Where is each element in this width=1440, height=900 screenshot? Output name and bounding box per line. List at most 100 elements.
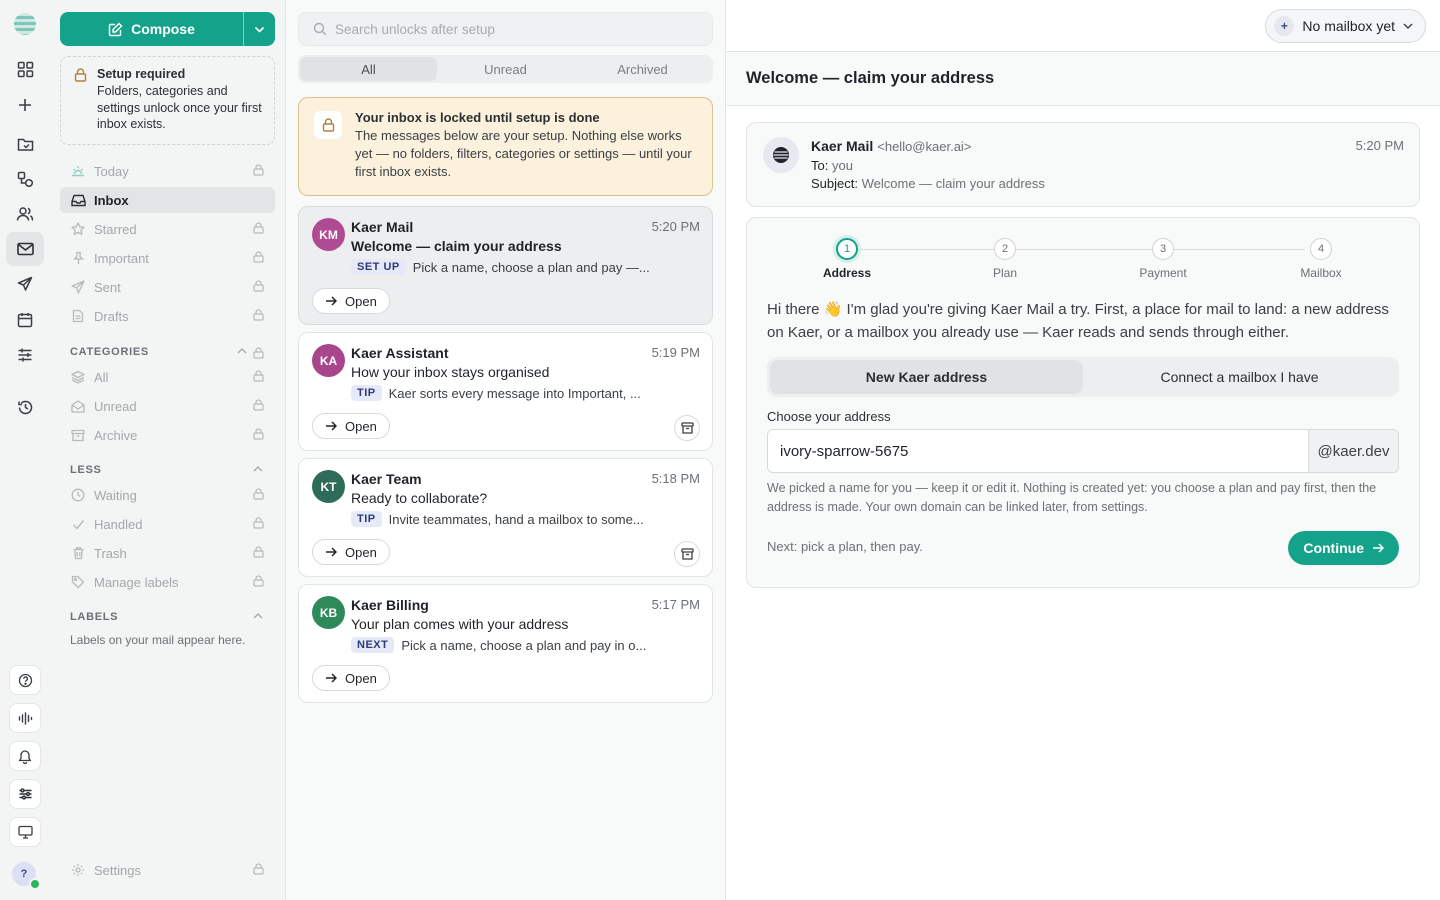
arrow-right-icon [326,296,337,306]
tab-new-kaer-address[interactable]: New Kaer address [770,360,1083,394]
lock-icon [253,280,264,292]
nav-label: Trash [94,545,127,561]
nav-label: Starred [94,221,137,237]
message-sender: Kaer Billing [351,597,429,613]
chevron-up-icon [237,348,247,354]
to-value: you [831,158,853,173]
less-item-handled[interactable]: Handled [60,511,275,537]
message-item[interactable]: KT Kaer Team 5:18 PM Ready to collaborat… [298,458,713,577]
continue-button[interactable]: Continue [1288,531,1399,565]
arrow-right-icon [326,421,337,431]
open-label: Open [345,293,377,309]
tab-connect-mailbox[interactable]: Connect a mailbox I have [1083,360,1396,394]
lock-icon [253,164,264,176]
monitor-icon[interactable] [9,817,41,847]
labels-heading[interactable]: LABELS [70,611,275,627]
address-input-group: @kaer.dev [767,429,1399,473]
chevron-down-icon [254,26,265,33]
chevron-up-icon [253,613,263,619]
avatar[interactable]: ? [12,862,41,890]
open-label: Open [345,418,377,434]
arrow-right-icon [326,547,337,557]
lock-icon [74,68,87,82]
folder-icon[interactable] [6,127,44,161]
contacts-icon[interactable] [6,197,44,231]
step-payment[interactable]: 3 Payment [1118,238,1208,280]
message-snippet: Kaer sorts every message into Important,… [388,385,641,401]
category-item-all[interactable]: All [60,364,275,390]
nav-label: Archive [94,427,138,443]
address-domain-suffix: @kaer.dev [1308,430,1398,472]
mail-icon[interactable] [6,232,44,266]
tab-unread[interactable]: Unread [437,57,574,81]
nav-item-important[interactable]: Important [60,245,275,271]
message-snippet-row: TIP Kaer sorts every message into Import… [351,385,696,401]
adjust-icon[interactable] [9,779,41,809]
workflow-icon[interactable] [6,162,44,196]
nav-item-drafts[interactable]: Drafts [60,303,275,329]
open-button[interactable]: Open [312,413,390,439]
sliders-icon[interactable] [6,338,44,372]
compose-options-button[interactable] [243,12,275,46]
archive-button[interactable] [674,541,700,567]
message-item[interactable]: KA Kaer Assistant 5:19 PM How your inbox… [298,332,713,451]
plus-icon[interactable] [6,88,44,122]
avatar-initial: ? [20,868,28,880]
message-snippet: Pick a name, choose a plan and pay —... [412,259,650,275]
continue-label: Continue [1303,540,1364,556]
message-tag: TIP [351,511,382,527]
message-snippet: Pick a name, choose a plan and pay in o.… [401,637,647,653]
search-input[interactable] [335,21,695,37]
less-item-manage-labels[interactable]: Manage labels [60,569,275,595]
nav-item-sent[interactable]: Sent [60,274,275,300]
archive-button[interactable] [674,415,700,441]
grid-icon[interactable] [6,52,44,86]
plus-icon: + [1274,16,1295,36]
open-button[interactable]: Open [312,539,390,565]
mailbox-switcher-label: No mailbox yet [1302,18,1395,34]
message-snippet: Invite teammates, hand a mailbox to some… [388,511,644,527]
search-bar[interactable] [298,12,713,46]
inbox-locked-banner: Your inbox is locked until setup is done… [298,97,713,196]
categories-heading[interactable]: CATEGORIES [70,346,275,362]
nav-item-starred[interactable]: Starred [60,216,275,242]
category-item-archive[interactable]: Archive [60,422,275,448]
step-plan[interactable]: 2 Plan [960,238,1050,280]
open-button[interactable]: Open [312,288,390,314]
compose-button[interactable]: Compose [60,12,243,46]
step-mailbox[interactable]: 4 Mailbox [1276,238,1366,280]
mailbox-switcher-button[interactable]: + No mailbox yet [1265,9,1426,43]
step-address[interactable]: 1 Address [802,238,892,280]
setup-stepper: 1 Address 2 Plan 3 Payment 4 Mailbox [747,238,1421,282]
lock-icon [253,428,264,440]
message-tag: TIP [351,385,382,401]
less-heading[interactable]: LESS [70,464,275,480]
nav-item-inbox[interactable]: Inbox [60,187,275,213]
lock-icon [253,222,264,234]
tab-all[interactable]: All [300,57,437,81]
help-icon[interactable] [9,665,41,695]
less-item-trash[interactable]: Trash [60,540,275,566]
address-input[interactable] [768,430,1308,472]
open-button[interactable]: Open [312,665,390,691]
calendar-icon[interactable] [6,303,44,337]
nav-label: Settings [94,862,141,878]
open-label: Open [345,544,377,560]
send-icon[interactable] [6,267,44,301]
nav-item-settings[interactable]: Settings [60,857,275,883]
bell-icon[interactable] [9,741,41,771]
waveform-icon[interactable] [9,703,41,733]
tab-archived[interactable]: Archived [574,57,711,81]
logo-icon[interactable] [14,13,36,35]
nav-item-today[interactable]: Today [60,158,275,184]
history-icon[interactable] [6,390,44,424]
setup-wizard-card: 1 Address 2 Plan 3 Payment 4 Mailbox Hi … [746,217,1420,588]
category-item-unread[interactable]: Unread [60,393,275,419]
message-item[interactable]: KB Kaer Billing 5:17 PM Your plan comes … [298,584,713,703]
labels-empty-note: Labels on your mail appear here. [70,633,246,647]
message-item[interactable]: KM Kaer Mail 5:20 PM Welcome — claim you… [298,206,713,325]
less-item-waiting[interactable]: Waiting [60,482,275,508]
step-number: 3 [1152,238,1174,260]
lock-icon [253,863,264,875]
pin-icon [70,251,86,265]
